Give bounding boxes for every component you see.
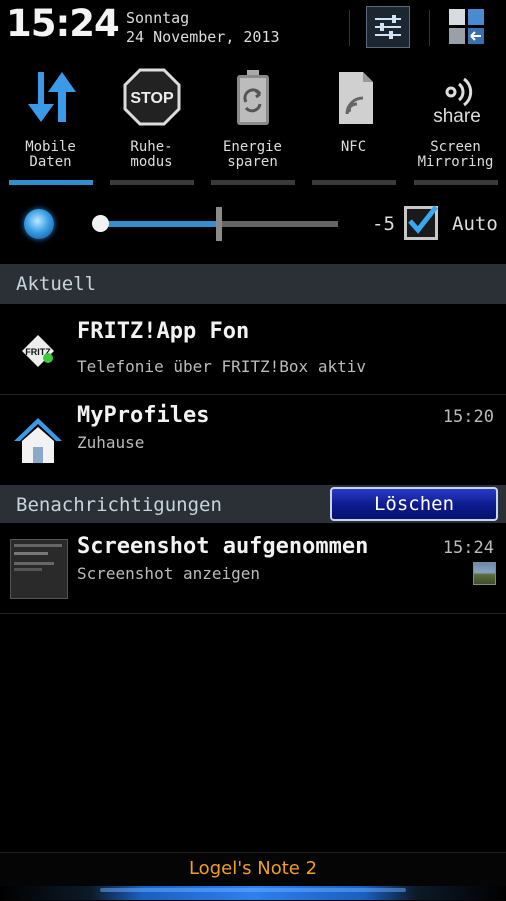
notification-title: FRITZ!App Fon [77, 319, 250, 344]
share-icon: share [427, 68, 485, 127]
mobile-data-icon [22, 68, 80, 126]
screenshot-thumbnail [10, 539, 68, 599]
battery-recycle-icon [224, 68, 282, 126]
notification-time: 15:20 [442, 407, 494, 427]
nfc-icon [325, 68, 383, 126]
toggle-label: Mobile Daten [25, 139, 76, 170]
notification-fritz-app[interactable]: FRITZ FRITZ!App Fon Telefonie über FRITZ… [0, 305, 506, 393]
notification-subtitle: Zuhause [77, 433, 145, 452]
toggle-indicator [312, 180, 396, 185]
toggle-indicator [110, 180, 194, 185]
date-label: 24 November, 2013 [126, 28, 280, 46]
toggle-indicator [211, 180, 295, 185]
divider [0, 613, 506, 614]
section-title: Aktuell [16, 273, 97, 295]
checkmark-icon [408, 205, 438, 234]
header-divider [429, 10, 430, 46]
clock-time: 15:24 [6, 2, 120, 45]
toggle-label: Ruhe- modus [130, 139, 173, 170]
header-divider [349, 10, 350, 46]
home-icon [12, 415, 64, 465]
clear-all-button[interactable]: Löschen [330, 487, 498, 521]
toggle-mobile-data[interactable]: Mobile Daten [0, 60, 101, 186]
notification-myprofiles[interactable]: MyProfiles Zuhause 15:20 [0, 395, 506, 483]
auto-brightness-label: Auto [452, 213, 498, 235]
share-icon-text: share [433, 106, 481, 126]
toggle-nfc[interactable]: NFC [303, 60, 404, 186]
auto-brightness-checkbox[interactable] [404, 205, 438, 240]
toggle-indicator [414, 180, 498, 185]
toggle-label: NFC [340, 139, 367, 155]
notification-title: MyProfiles [77, 403, 210, 428]
brightness-level: -5 [372, 213, 395, 235]
notification-title: Screenshot aufgenommen [77, 534, 369, 559]
section-title: Benachrichtigungen [16, 494, 222, 516]
weekday-label: Sonntag [126, 9, 190, 27]
toggle-label: Screen Mirroring [417, 139, 494, 170]
toggle-quiet-mode[interactable]: STOP Ruhe- modus [101, 60, 202, 186]
settings-button[interactable] [366, 6, 410, 48]
brightness-icon [24, 209, 54, 239]
notification-screenshot[interactable]: Screenshot aufgenommen Screenshot anzeig… [0, 524, 506, 612]
sliders-icon [375, 15, 401, 39]
fritz-app-icon: FRITZ [18, 333, 58, 369]
brightness-slider-fill [100, 221, 219, 227]
toggle-indicator [9, 180, 93, 185]
toggle-power-saving[interactable]: Energie sparen [202, 60, 303, 186]
toggle-screen-mirroring[interactable]: share Screen Mirroring [405, 60, 506, 186]
task-switcher-button[interactable] [447, 7, 487, 47]
carrier-label: Logel's Note 2 [188, 858, 318, 879]
svg-text:STOP: STOP [130, 90, 174, 107]
stop-sign-icon: STOP [123, 68, 181, 126]
brightness-slider-marker [216, 207, 222, 241]
brightness-slider-thumb[interactable] [92, 215, 109, 232]
section-header-ongoing: Aktuell [0, 264, 506, 304]
notification-subtitle: Screenshot anzeigen [77, 564, 261, 583]
toggle-label: Energie sparen [222, 139, 282, 170]
image-icon [473, 562, 496, 585]
notification-subtitle: Telefonie über FRITZ!Box aktiv [77, 357, 366, 376]
multiwindow-icon [449, 9, 484, 44]
handle-glow [100, 888, 406, 892]
notification-time: 15:24 [442, 538, 494, 558]
